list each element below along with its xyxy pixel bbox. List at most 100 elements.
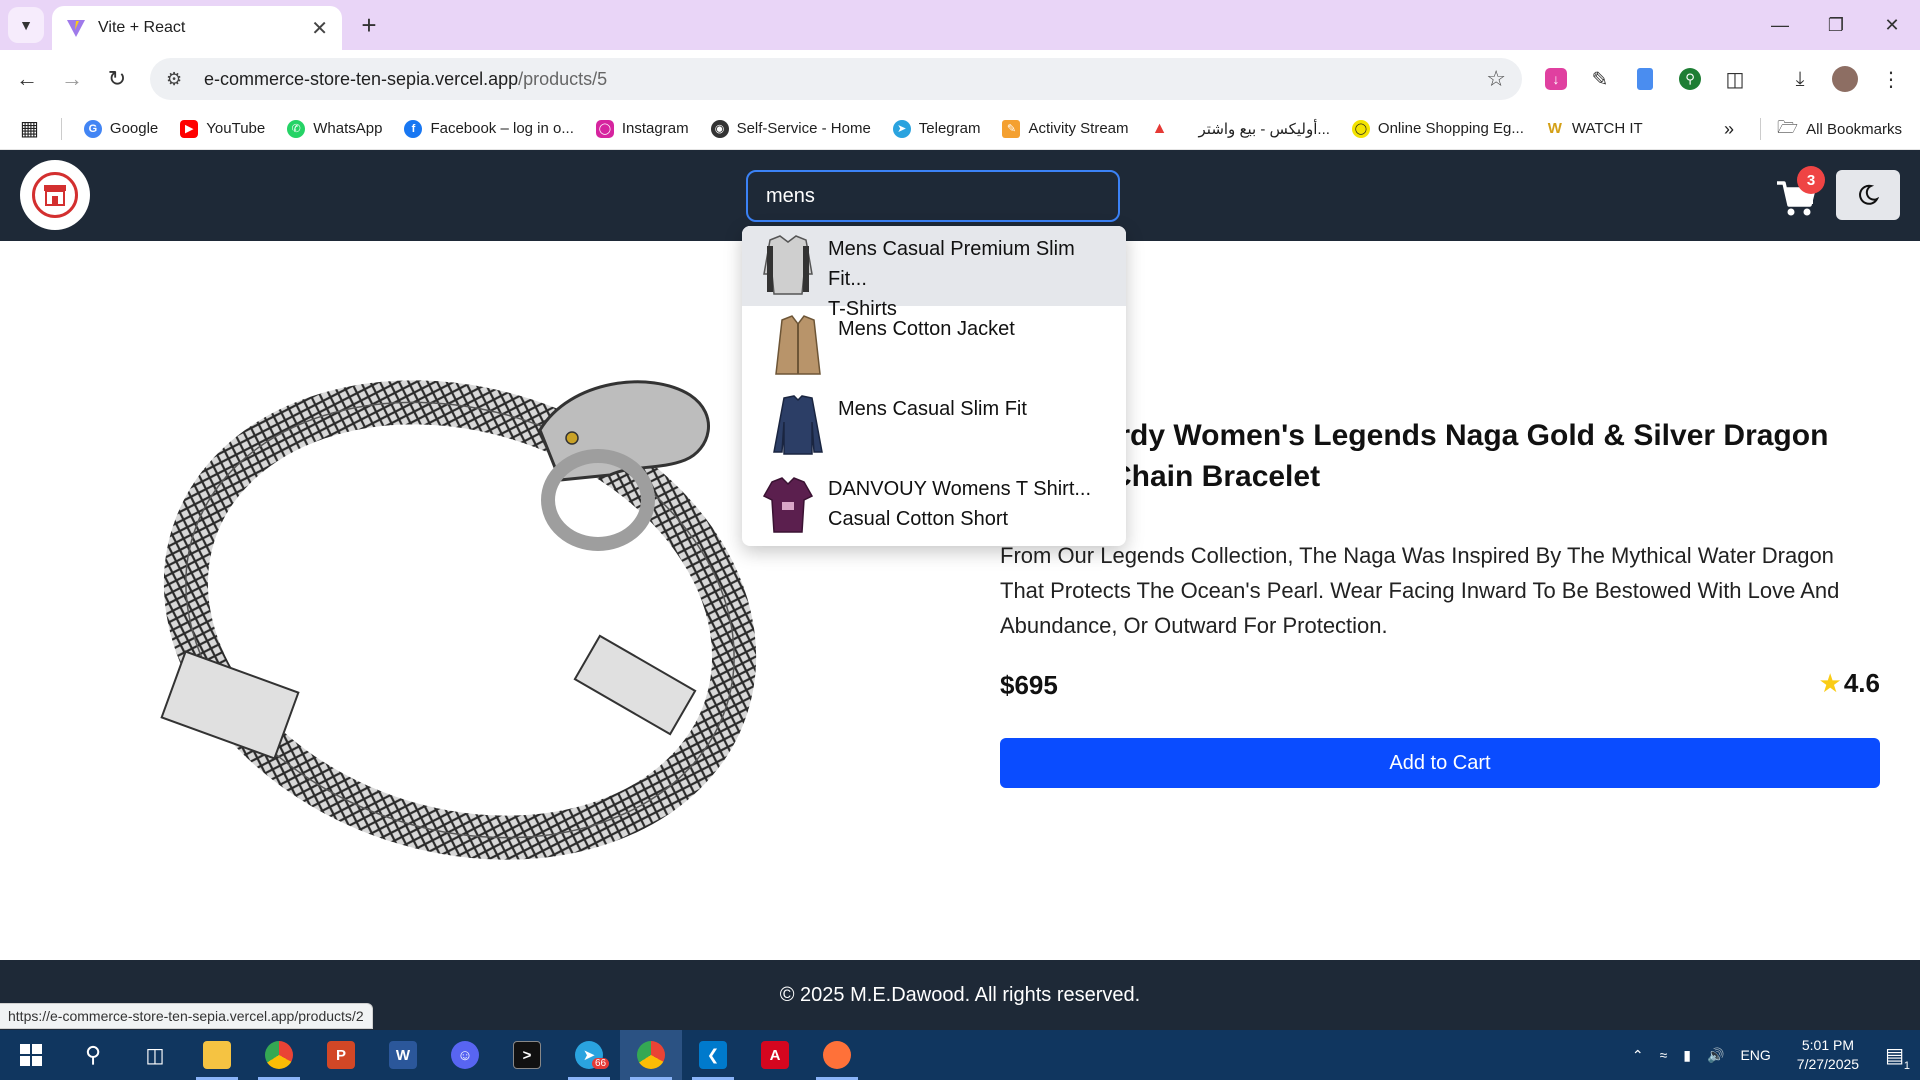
all-bookmarks-button[interactable]: 🗁 All Bookmarks — [1777, 115, 1902, 144]
close-tab-icon[interactable]: ✕ — [311, 16, 328, 41]
start-button[interactable] — [0, 1030, 62, 1080]
battery-icon[interactable]: ▮ — [1683, 1047, 1691, 1064]
bookmark-noon[interactable]: ◯ Online Shopping Eg... — [1351, 119, 1524, 138]
bookmark-facebook[interactable]: f Facebook – log in o... — [404, 119, 574, 138]
bookmark-self-service[interactable]: ◉ Self-Service - Home — [710, 119, 871, 138]
tab-search-button[interactable]: ▼ — [8, 7, 44, 43]
eyedropper-icon[interactable]: ✎ — [1585, 64, 1615, 94]
url-host: e-commerce-store-ten-sepia.vercel.app — [204, 68, 519, 89]
bookmark-label: أوليكس - بيع واشتر... — [1198, 120, 1330, 138]
result-text: Mens Casual Slim Fit — [838, 394, 1027, 424]
longsleeve-thumb — [773, 395, 823, 455]
bookmark-watch-it[interactable]: W WATCH IT — [1546, 120, 1643, 138]
bookmark-olx[interactable]: أوليكس - بيع واشتر... — [1199, 120, 1330, 138]
bookmark-label: WhatsApp — [313, 120, 383, 137]
restore-icon[interactable]: ❐ — [1808, 0, 1864, 50]
window-close-icon[interactable]: ✕ — [1864, 0, 1920, 50]
tshirt-thumb — [763, 235, 813, 295]
cart-count-badge: 3 — [1797, 166, 1825, 194]
clipboard-extension-icon[interactable] — [1630, 64, 1660, 94]
chrome-icon[interactable] — [248, 1030, 310, 1080]
telegram-badge: 66 — [592, 1058, 610, 1069]
google-icon: G — [83, 119, 102, 138]
folder-icon: 🗁 — [1777, 117, 1799, 137]
bookmark-activity-stream[interactable]: ✎ Activity Stream — [1002, 119, 1129, 138]
product-rating: ★ 4.6 — [1819, 668, 1880, 699]
more-menu-icon[interactable]: ⋮ — [1876, 64, 1906, 94]
bookmarks-bar: ▦ G Google ▶ YouTube ✆ WhatsApp f Facebook –… — [0, 108, 1920, 150]
rating-value: 4.6 — [1843, 668, 1880, 698]
result-title: Mens Casual Premium Slim Fit... — [828, 238, 1075, 290]
product-description: From Our Legends Collection, The Naga Wa… — [1000, 543, 1840, 638]
terminal-icon[interactable]: > — [496, 1030, 558, 1080]
word-icon[interactable]: W — [372, 1030, 434, 1080]
downloads-icon[interactable]: ⤓ — [1785, 64, 1815, 94]
extensions-puzzle-icon[interactable]: ◫ — [1720, 64, 1750, 94]
store-logo[interactable] — [20, 160, 90, 230]
bookmark-label: YouTube — [206, 120, 266, 137]
add-to-cart-button[interactable]: Add to Cart — [1000, 738, 1880, 788]
windows-logo-icon — [20, 1044, 42, 1066]
wifi-icon[interactable]: ≈ — [1660, 1047, 1668, 1063]
search-result-item[interactable]: Mens Casual Premium Slim Fit... T-Shirts — [742, 226, 1126, 320]
site-info-icon[interactable]: ⚙ — [166, 69, 194, 90]
forward-arrow-icon[interactable]: → — [55, 62, 89, 96]
browser-tab-active[interactable]: Vite + React ✕ — [52, 6, 342, 50]
telegram-icon: ➤ — [892, 119, 911, 138]
bookmark-youtube[interactable]: ▶ YouTube — [180, 119, 266, 138]
new-tab-button[interactable]: + — [352, 8, 386, 42]
browser-toolbar: ← → ↻ ⚙ e-commerce-store-ten-sepia.verce… — [0, 50, 1920, 108]
task-view-icon[interactable]: ◫ — [124, 1030, 186, 1080]
bookmark-flame[interactable]: ▲ — [1151, 120, 1177, 138]
browser-tab-strip: ▼ Vite + React ✕ + — ❐ ✕ — [0, 0, 1920, 50]
result-subtitle: Casual Cotton Short — [828, 508, 1009, 530]
file-explorer-icon[interactable] — [186, 1030, 248, 1080]
reload-icon[interactable]: ↻ — [100, 62, 134, 96]
tray-chevron-up-icon[interactable]: ⌃ — [1632, 1047, 1644, 1064]
download-extension-icon[interactable]: ↓ — [1541, 64, 1571, 94]
chrome-active-window-icon[interactable] — [620, 1030, 682, 1080]
chevron-down-icon: ▼ — [19, 17, 33, 33]
language-indicator[interactable]: ENG — [1740, 1047, 1770, 1063]
bookmark-label: Google — [109, 120, 159, 137]
search-extension-icon[interactable]: ⚲ — [1675, 64, 1705, 94]
more-bookmarks-chevron-icon[interactable]: » — [1724, 119, 1734, 140]
bookmark-instagram[interactable]: ◯ Instagram — [595, 119, 689, 138]
bookmarks-divider — [1760, 118, 1762, 140]
bookmark-star-icon[interactable]: ☆ — [1486, 66, 1506, 92]
notifications-icon[interactable]: ▤ 1 — [1885, 1043, 1910, 1072]
vite-logo-icon — [67, 20, 85, 37]
search-result-item[interactable]: DANVOUY Womens T Shirt... Casual Cotton … — [742, 466, 1126, 546]
system-tray: ⌃ ≈ ▮ 🔊 ENG 5:01 PM 7/27/2025 ▤ 1 — [1624, 1030, 1920, 1080]
instagram-icon: ◯ — [595, 119, 614, 138]
bookmark-telegram[interactable]: ➤ Telegram — [892, 119, 980, 138]
vscode-icon[interactable]: ❮ — [682, 1030, 744, 1080]
theme-toggle-button[interactable] — [1836, 170, 1900, 220]
firefox-icon[interactable] — [806, 1030, 868, 1080]
volume-icon[interactable]: 🔊 — [1707, 1047, 1724, 1064]
bookmark-google[interactable]: G Google — [83, 119, 159, 138]
search-result-item[interactable]: Mens Casual Slim Fit — [742, 386, 1126, 466]
search-icon[interactable]: ⚲ — [62, 1030, 124, 1080]
address-bar[interactable]: ⚙ e-commerce-store-ten-sepia.vercel.app /… — [150, 58, 1522, 100]
result-title: DANVOUY Womens T Shirt... — [828, 478, 1092, 500]
back-arrow-icon[interactable]: ← — [10, 62, 44, 96]
product-title: John Hardy Women's Legends Naga Gold & S… — [1000, 419, 1829, 493]
acrobat-icon[interactable]: A — [744, 1030, 806, 1080]
profile-avatar[interactable] — [1830, 64, 1860, 94]
bookmark-whatsapp[interactable]: ✆ WhatsApp — [287, 119, 383, 138]
minimize-icon[interactable]: — — [1752, 0, 1808, 50]
result-text: Mens Cotton Jacket — [838, 314, 1015, 344]
apps-grid-icon[interactable]: ▦ — [20, 116, 39, 141]
bookmark-label: Online Shopping Eg... — [1377, 120, 1524, 137]
discord-icon[interactable]: ☺ — [434, 1030, 496, 1080]
telegram-taskbar-icon[interactable]: ➤ 66 — [558, 1030, 620, 1080]
jacket-thumb — [775, 315, 821, 375]
all-bookmarks-label: All Bookmarks — [1806, 120, 1902, 138]
clock[interactable]: 5:01 PM 7/27/2025 — [1797, 1036, 1859, 1074]
noon-icon: ◯ — [1351, 119, 1370, 138]
search-input[interactable] — [746, 170, 1120, 222]
powerpoint-icon[interactable]: P — [310, 1030, 372, 1080]
tab-title: Vite + React — [98, 19, 186, 36]
flame-icon: ▲ — [1151, 119, 1168, 137]
